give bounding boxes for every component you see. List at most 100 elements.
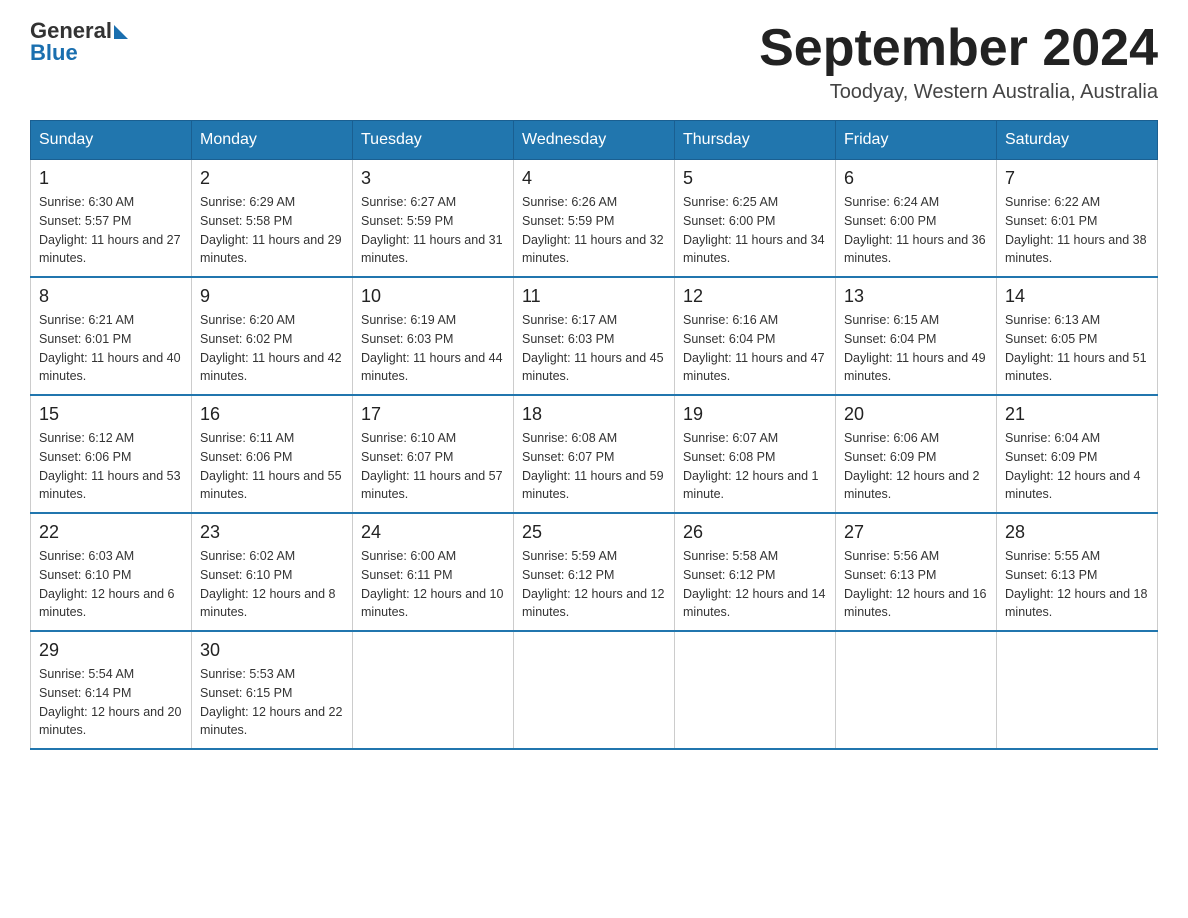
day-number: 28	[1005, 522, 1149, 543]
table-row: 7 Sunrise: 6:22 AMSunset: 6:01 PMDaylight…	[997, 160, 1158, 278]
day-info: Sunrise: 5:55 AMSunset: 6:13 PMDaylight:…	[1005, 547, 1149, 622]
col-header-monday: Monday	[192, 121, 353, 160]
day-number: 11	[522, 286, 666, 307]
col-header-friday: Friday	[836, 121, 997, 160]
day-info: Sunrise: 6:21 AMSunset: 6:01 PMDaylight:…	[39, 311, 183, 386]
day-number: 6	[844, 168, 988, 189]
table-row: 2 Sunrise: 6:29 AMSunset: 5:58 PMDaylight…	[192, 160, 353, 278]
table-row: 30 Sunrise: 5:53 AMSunset: 6:15 PMDayligh…	[192, 631, 353, 749]
calendar-week-row: 15 Sunrise: 6:12 AMSunset: 6:06 PMDayligh…	[31, 395, 1158, 513]
table-row: 25Sunrise: 5:59 AMSunset: 6:12 PMDayligh…	[514, 513, 675, 631]
day-info: Sunrise: 6:07 AMSunset: 6:08 PMDaylight:…	[683, 429, 827, 504]
day-info: Sunrise: 6:15 AMSunset: 6:04 PMDaylight:…	[844, 311, 988, 386]
table-row: 16 Sunrise: 6:11 AMSunset: 6:06 PMDayligh…	[192, 395, 353, 513]
table-row: 23Sunrise: 6:02 AMSunset: 6:10 PMDayligh…	[192, 513, 353, 631]
day-number: 1	[39, 168, 183, 189]
day-info: Sunrise: 6:08 AMSunset: 6:07 PMDaylight:…	[522, 429, 666, 504]
table-row: 26 Sunrise: 5:58 AMSunset: 6:12 PMDayligh…	[675, 513, 836, 631]
logo: General Blue	[30, 20, 128, 64]
day-info: Sunrise: 6:22 AMSunset: 6:01 PMDaylight:…	[1005, 193, 1149, 268]
calendar-week-row: 1Sunrise: 6:30 AMSunset: 5:57 PMDaylight…	[31, 160, 1158, 278]
day-info: Sunrise: 5:58 AMSunset: 6:12 PMDaylight:…	[683, 547, 827, 622]
logo-text-blue: Blue	[30, 42, 128, 64]
calendar-week-row: 29 Sunrise: 5:54 AMSunset: 6:14 PMDayligh…	[31, 631, 1158, 749]
table-row: 27 Sunrise: 5:56 AMSunset: 6:13 PMDayligh…	[836, 513, 997, 631]
day-info: Sunrise: 6:29 AMSunset: 5:58 PMDaylight:…	[200, 193, 344, 268]
table-row: 1Sunrise: 6:30 AMSunset: 5:57 PMDaylight…	[31, 160, 192, 278]
table-row: 19Sunrise: 6:07 AMSunset: 6:08 PMDayligh…	[675, 395, 836, 513]
calendar-week-row: 22 Sunrise: 6:03 AMSunset: 6:10 PMDayligh…	[31, 513, 1158, 631]
day-info: Sunrise: 6:26 AMSunset: 5:59 PMDaylight:…	[522, 193, 666, 268]
day-number: 22	[39, 522, 183, 543]
table-row	[353, 631, 514, 749]
table-row: 18 Sunrise: 6:08 AMSunset: 6:07 PMDayligh…	[514, 395, 675, 513]
table-row: 15 Sunrise: 6:12 AMSunset: 6:06 PMDayligh…	[31, 395, 192, 513]
table-row: 14 Sunrise: 6:13 AMSunset: 6:05 PMDayligh…	[997, 277, 1158, 395]
day-info: Sunrise: 6:02 AMSunset: 6:10 PMDaylight:…	[200, 547, 344, 622]
table-row	[997, 631, 1158, 749]
day-info: Sunrise: 6:25 AMSunset: 6:00 PMDaylight:…	[683, 193, 827, 268]
day-number: 29	[39, 640, 183, 661]
table-row	[514, 631, 675, 749]
day-number: 27	[844, 522, 988, 543]
title-area: September 2024 Toodyay, Western Australi…	[759, 20, 1158, 104]
col-header-saturday: Saturday	[997, 121, 1158, 160]
day-info: Sunrise: 6:13 AMSunset: 6:05 PMDaylight:…	[1005, 311, 1149, 386]
col-header-sunday: Sunday	[31, 121, 192, 160]
day-number: 9	[200, 286, 344, 307]
col-header-thursday: Thursday	[675, 121, 836, 160]
day-number: 21	[1005, 404, 1149, 425]
location-subtitle: Toodyay, Western Australia, Australia	[759, 81, 1158, 104]
day-info: Sunrise: 6:17 AMSunset: 6:03 PMDaylight:…	[522, 311, 666, 386]
day-info: Sunrise: 6:19 AMSunset: 6:03 PMDaylight:…	[361, 311, 505, 386]
logo-text-general: General	[30, 20, 112, 42]
table-row: 24Sunrise: 6:00 AMSunset: 6:11 PMDayligh…	[353, 513, 514, 631]
calendar-table: Sunday Monday Tuesday Wednesday Thursday…	[30, 120, 1158, 750]
col-header-tuesday: Tuesday	[353, 121, 514, 160]
day-number: 24	[361, 522, 505, 543]
day-number: 2	[200, 168, 344, 189]
day-number: 18	[522, 404, 666, 425]
day-number: 3	[361, 168, 505, 189]
table-row: 29 Sunrise: 5:54 AMSunset: 6:14 PMDayligh…	[31, 631, 192, 749]
day-number: 14	[1005, 286, 1149, 307]
table-row: 10 Sunrise: 6:19 AMSunset: 6:03 PMDayligh…	[353, 277, 514, 395]
table-row: 6 Sunrise: 6:24 AMSunset: 6:00 PMDaylight…	[836, 160, 997, 278]
table-row: 5 Sunrise: 6:25 AMSunset: 6:00 PMDaylight…	[675, 160, 836, 278]
day-number: 26	[683, 522, 827, 543]
day-number: 10	[361, 286, 505, 307]
day-info: Sunrise: 6:24 AMSunset: 6:00 PMDaylight:…	[844, 193, 988, 268]
day-number: 30	[200, 640, 344, 661]
day-number: 4	[522, 168, 666, 189]
day-number: 20	[844, 404, 988, 425]
table-row: 11 Sunrise: 6:17 AMSunset: 6:03 PMDayligh…	[514, 277, 675, 395]
table-row: 17 Sunrise: 6:10 AMSunset: 6:07 PMDayligh…	[353, 395, 514, 513]
table-row: 21 Sunrise: 6:04 AMSunset: 6:09 PMDayligh…	[997, 395, 1158, 513]
page-header: General Blue September 2024 Toodyay, Wes…	[30, 20, 1158, 104]
calendar-header-row: Sunday Monday Tuesday Wednesday Thursday…	[31, 121, 1158, 160]
day-number: 12	[683, 286, 827, 307]
day-number: 8	[39, 286, 183, 307]
day-number: 7	[1005, 168, 1149, 189]
day-info: Sunrise: 6:16 AMSunset: 6:04 PMDaylight:…	[683, 311, 827, 386]
day-info: Sunrise: 6:06 AMSunset: 6:09 PMDaylight:…	[844, 429, 988, 504]
day-info: Sunrise: 6:04 AMSunset: 6:09 PMDaylight:…	[1005, 429, 1149, 504]
day-info: Sunrise: 5:54 AMSunset: 6:14 PMDaylight:…	[39, 665, 183, 740]
logo-triangle-icon	[114, 25, 128, 39]
day-info: Sunrise: 6:03 AMSunset: 6:10 PMDaylight:…	[39, 547, 183, 622]
table-row: 13Sunrise: 6:15 AMSunset: 6:04 PMDayligh…	[836, 277, 997, 395]
table-row	[675, 631, 836, 749]
day-number: 17	[361, 404, 505, 425]
day-info: Sunrise: 6:12 AMSunset: 6:06 PMDaylight:…	[39, 429, 183, 504]
day-number: 16	[200, 404, 344, 425]
table-row: 8 Sunrise: 6:21 AMSunset: 6:01 PMDaylight…	[31, 277, 192, 395]
day-info: Sunrise: 5:56 AMSunset: 6:13 PMDaylight:…	[844, 547, 988, 622]
table-row: 3Sunrise: 6:27 AMSunset: 5:59 PMDaylight…	[353, 160, 514, 278]
day-info: Sunrise: 5:53 AMSunset: 6:15 PMDaylight:…	[200, 665, 344, 740]
month-title: September 2024	[759, 20, 1158, 77]
day-info: Sunrise: 6:11 AMSunset: 6:06 PMDaylight:…	[200, 429, 344, 504]
table-row: 22 Sunrise: 6:03 AMSunset: 6:10 PMDayligh…	[31, 513, 192, 631]
day-info: Sunrise: 6:10 AMSunset: 6:07 PMDaylight:…	[361, 429, 505, 504]
day-number: 15	[39, 404, 183, 425]
day-number: 5	[683, 168, 827, 189]
